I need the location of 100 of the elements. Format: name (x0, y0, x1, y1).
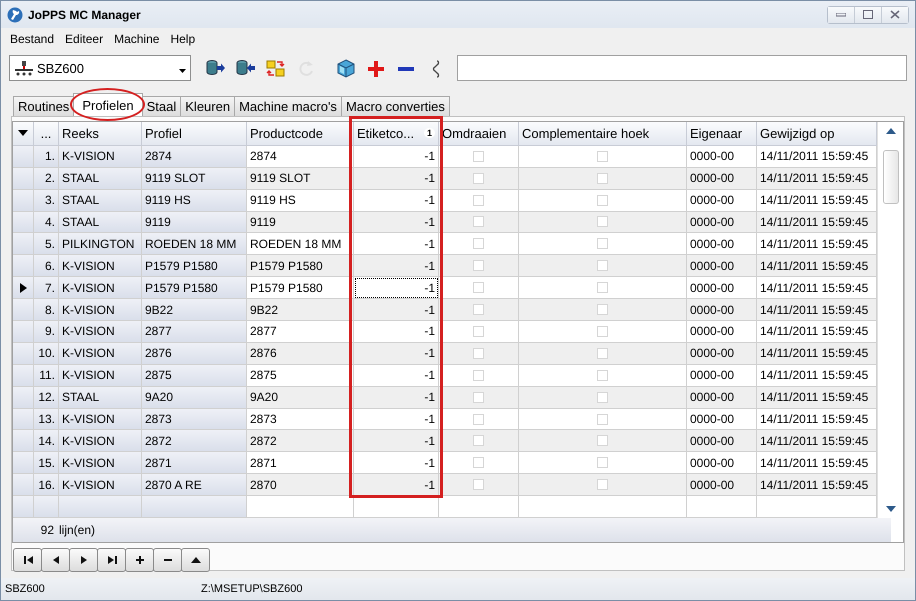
maximize-icon (863, 10, 873, 19)
scroll-down-icon[interactable] (886, 506, 896, 512)
checkbox[interactable] (597, 260, 608, 272)
checkbox[interactable] (597, 348, 608, 359)
column-header[interactable]: Eigenaar (687, 122, 757, 146)
table-cell: 0000-00 (687, 212, 757, 234)
table-cell: 9A20 (247, 386, 354, 409)
checkbox[interactable] (473, 414, 484, 424)
checkbox[interactable] (597, 435, 608, 446)
checkbox[interactable] (597, 457, 608, 468)
row-number: 5. (34, 233, 59, 256)
add-record-icon (134, 555, 144, 565)
checkbox[interactable] (473, 435, 484, 446)
database-arrow-icon[interactable] (236, 58, 256, 78)
row-number: 15. (34, 452, 59, 474)
move-up-button[interactable] (181, 548, 210, 572)
next-record-button[interactable] (69, 548, 98, 572)
database-arrow-icon[interactable] (206, 58, 226, 78)
checkbox[interactable] (473, 326, 484, 337)
table-cell: 2872 (247, 430, 354, 452)
checkbox[interactable] (473, 172, 484, 184)
tab[interactable]: Staal (142, 96, 182, 116)
scroll-up-icon[interactable] (886, 128, 896, 134)
checkbox[interactable] (473, 150, 484, 162)
row-selector[interactable] (13, 277, 34, 300)
table-cell: 14/11/2011 15:59:45 (757, 386, 877, 409)
checkbox[interactable] (597, 479, 608, 490)
table-cell: K-VISION (59, 408, 142, 430)
menu-item[interactable]: Bestand (5, 32, 60, 46)
table-cell: K-VISION (59, 277, 142, 300)
column-header[interactable]: Gewijzigd op (757, 122, 877, 146)
maximize-button[interactable] (854, 6, 881, 22)
row-number: 14. (34, 430, 59, 452)
table-cell: 0000-00 (687, 255, 757, 278)
table-cell: STAAL (59, 168, 142, 190)
checkbox[interactable] (473, 348, 484, 359)
menu-item[interactable]: Machine (109, 32, 166, 46)
plus-icon[interactable] (366, 58, 386, 78)
column-header[interactable]: Reeks (59, 122, 142, 146)
column-header[interactable]: Profiel (142, 122, 247, 146)
column-header[interactable] (13, 122, 34, 146)
machine-select[interactable]: SBZ600 (9, 55, 191, 81)
column-header[interactable]: Etiketco... 1 (354, 122, 439, 146)
row-number: 12. (34, 386, 59, 409)
table-cell (34, 496, 59, 518)
scrollbar-thumb[interactable] (882, 150, 898, 204)
table-cell: K-VISION (59, 299, 142, 321)
table-cell: STAAL (59, 386, 142, 409)
close-button[interactable] (881, 6, 908, 22)
checkbox[interactable] (597, 326, 608, 337)
checkbox[interactable] (473, 216, 484, 228)
tab[interactable]: Machine macro's (234, 96, 342, 116)
machine-icon (14, 60, 34, 76)
menu-item[interactable]: Help (165, 32, 202, 46)
checkbox[interactable] (473, 392, 484, 403)
last-record-icon (106, 555, 116, 565)
tab[interactable]: Routines (13, 96, 74, 116)
table-cell: -1 (354, 386, 439, 409)
table-cell: STAAL (59, 190, 142, 212)
checkbox[interactable] (597, 194, 608, 206)
table-cell: 2870 (247, 474, 354, 496)
previous-record-icon (50, 555, 60, 565)
checkbox[interactable] (597, 392, 608, 403)
last-record-button[interactable] (97, 548, 126, 572)
folders-icon[interactable] (266, 58, 286, 78)
tab[interactable]: Macro converties (340, 96, 450, 116)
tab[interactable]: Kleuren (180, 96, 236, 116)
checkbox[interactable] (473, 238, 484, 250)
checkbox[interactable] (473, 457, 484, 468)
minimize-button[interactable] (828, 6, 854, 22)
tab[interactable]: Profielen (73, 93, 143, 116)
checkbox[interactable] (597, 304, 608, 316)
table-cell: 14/11/2011 15:59:45 (757, 299, 877, 321)
checkbox[interactable] (597, 282, 608, 294)
checkbox[interactable] (597, 172, 608, 184)
input-field[interactable] (457, 55, 907, 81)
checkbox[interactable] (473, 304, 484, 316)
remove-record-button[interactable] (153, 548, 182, 572)
table-cell: 9A20 (142, 386, 247, 409)
table-cell: 9119 (142, 212, 247, 234)
first-record-button[interactable] (13, 548, 42, 572)
menu-item[interactable]: Editeer (60, 32, 110, 46)
column-header[interactable]: ... (34, 122, 59, 146)
checkbox[interactable] (473, 370, 484, 381)
previous-record-button[interactable] (41, 548, 70, 572)
cube-icon[interactable] (336, 58, 356, 78)
checkbox[interactable] (473, 260, 484, 272)
column-header[interactable]: Omdraaien (439, 122, 519, 146)
checkbox[interactable] (473, 479, 484, 490)
checkbox[interactable] (597, 216, 608, 228)
column-header[interactable]: Productcode (247, 122, 354, 146)
add-record-button[interactable] (125, 548, 154, 572)
checkbox[interactable] (473, 282, 484, 294)
row-pointer-icon (20, 282, 26, 293)
column-header[interactable]: Complementaire hoek (519, 122, 687, 146)
checkbox[interactable] (597, 414, 608, 424)
checkbox[interactable] (597, 150, 608, 162)
checkbox[interactable] (597, 370, 608, 381)
checkbox[interactable] (473, 194, 484, 206)
checkbox[interactable] (597, 238, 608, 250)
